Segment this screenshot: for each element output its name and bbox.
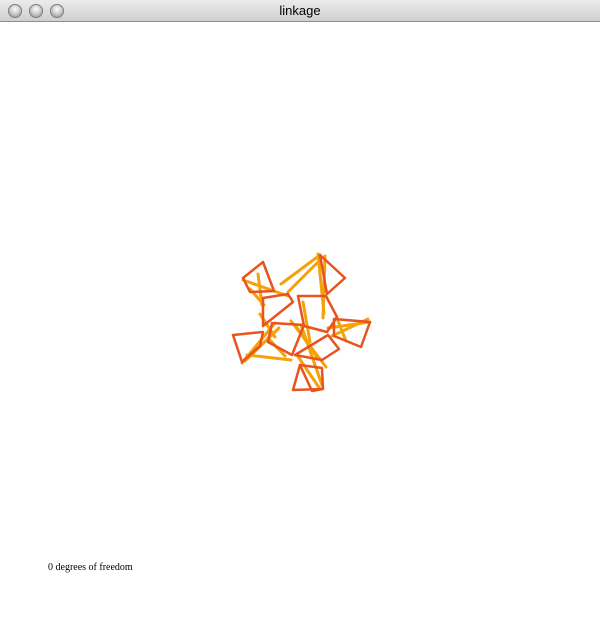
title-bar[interactable]: linkage (0, 0, 600, 22)
window-title: linkage (279, 3, 321, 18)
app-window: linkage 0 degrees of freedom (0, 0, 600, 622)
degrees-of-freedom-label: 0 degrees of freedom (48, 562, 133, 573)
linkage-bar[interactable] (261, 292, 295, 328)
linkage-drawing[interactable] (0, 22, 600, 622)
outer-links (231, 253, 372, 393)
drawing-canvas[interactable]: 0 degrees of freedom (0, 22, 600, 622)
